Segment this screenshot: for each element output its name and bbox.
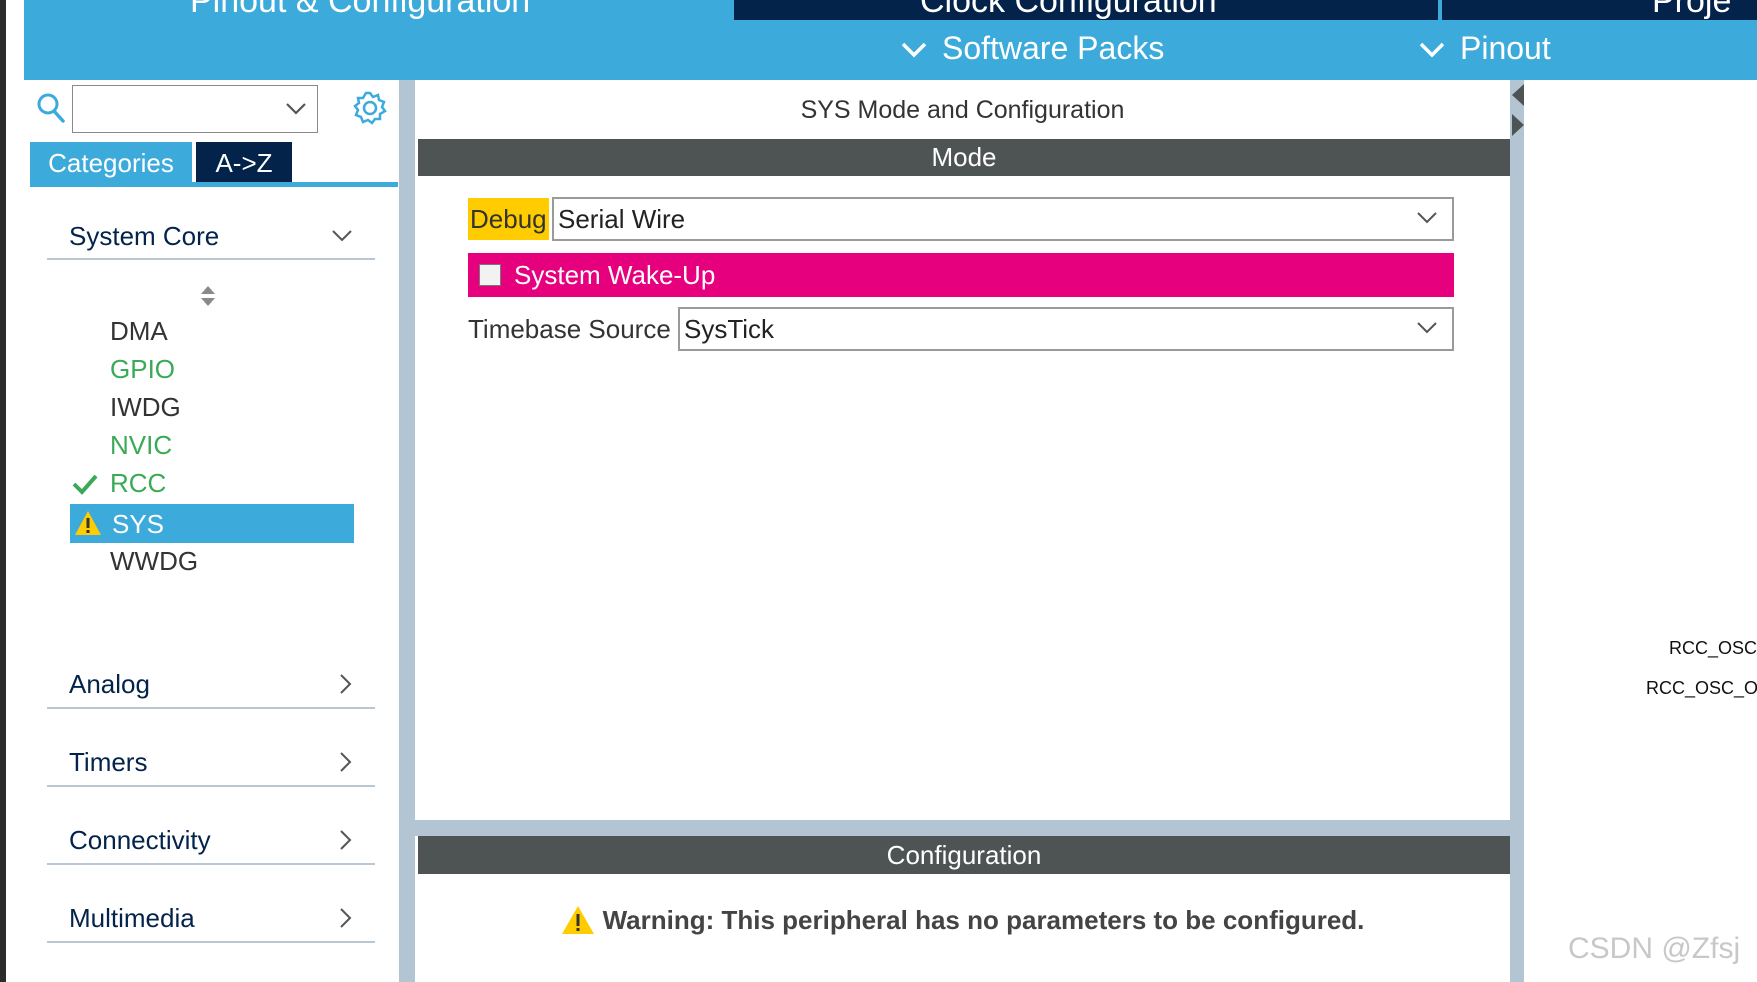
item-label: WWDG [110, 545, 199, 576]
timebase-select[interactable]: SysTick [678, 307, 1454, 351]
watermark: CSDN @Zfsj [1568, 932, 1741, 965]
chevron-down-icon [332, 230, 352, 242]
pinout-menu[interactable]: Pinout [1418, 30, 1551, 67]
pin-label[interactable]: RCC_OSC [1669, 638, 1757, 659]
chevron-right-icon [340, 752, 352, 772]
software-packs-menu[interactable]: Software Packs [900, 30, 1164, 67]
section-splitter[interactable] [415, 820, 1510, 836]
chevron-down-icon [901, 42, 927, 57]
group-timers-label: Timers [69, 746, 148, 777]
debug-label: Debug [468, 198, 549, 240]
tabs-underline [30, 182, 398, 187]
search-input[interactable] [72, 85, 318, 133]
item-label: GPIO [110, 353, 176, 384]
system-wakeup-row[interactable]: System Wake-Up [468, 253, 1454, 297]
pin-label[interactable]: RCC_OSC_O [1646, 678, 1757, 699]
divider [47, 258, 375, 260]
list-item-wwdg[interactable]: WWDG [110, 543, 198, 579]
system-wakeup-label: System Wake-Up [514, 259, 716, 290]
search-icon[interactable] [36, 92, 66, 124]
item-label: NVIC [110, 429, 173, 460]
divider [47, 707, 375, 709]
group-connectivity[interactable]: Connectivity [47, 822, 375, 858]
panel-splitter-left[interactable] [399, 80, 415, 982]
group-multimedia[interactable]: Multimedia [47, 900, 375, 936]
gear-icon[interactable] [352, 90, 388, 126]
warning-icon [561, 906, 594, 934]
warning-text: Warning: This peripheral has no paramete… [602, 904, 1365, 935]
group-multimedia-label: Multimedia [69, 902, 195, 933]
divider [47, 941, 375, 943]
chevron-down-icon [1419, 42, 1445, 57]
check-icon [72, 474, 98, 495]
group-timers[interactable]: Timers [47, 744, 375, 780]
timebase-label: Timebase Source [468, 313, 671, 344]
group-analog-label: Analog [69, 668, 150, 699]
group-analog[interactable]: Analog [47, 666, 375, 702]
chevron-right-icon [340, 674, 352, 694]
system-wakeup-checkbox[interactable] [479, 264, 501, 286]
tab-pinout-configuration[interactable]: Pinout & Configuration [190, 0, 530, 21]
list-item-nvic[interactable]: NVIC [110, 427, 172, 463]
configuration-header: Configuration [418, 836, 1510, 874]
warning-message: Warning: This peripheral has no paramete… [415, 898, 1510, 942]
divider [47, 785, 375, 787]
chevron-down-icon [1417, 322, 1437, 334]
mode-header: Mode [418, 139, 1510, 176]
tab-categories[interactable]: Categories [30, 142, 192, 184]
tab-project[interactable]: Proje [1652, 0, 1731, 21]
chip-view-panel [1524, 80, 1757, 982]
list-item-rcc[interactable]: RCC [110, 465, 166, 501]
page-title: SYS Mode and Configuration [800, 95, 1125, 124]
window-edge [0, 0, 24, 982]
software-packs-label: Software Packs [942, 30, 1165, 66]
warning-icon [75, 511, 101, 535]
tab-a-z[interactable]: A->Z [196, 142, 292, 184]
group-connectivity-label: Connectivity [69, 824, 211, 855]
item-label: DMA [110, 315, 168, 346]
chevron-down-icon[interactable] [285, 102, 307, 116]
pinout-label: Pinout [1460, 30, 1551, 66]
collapse-arrows-icon[interactable] [1512, 84, 1524, 140]
divider [47, 863, 375, 865]
group-system-core-label: System Core [69, 220, 220, 251]
chevron-right-icon [340, 830, 352, 850]
list-item-dma[interactable]: DMA [110, 313, 168, 349]
timebase-select-value: SysTick [684, 313, 775, 344]
debug-select[interactable]: Serial Wire [552, 197, 1454, 241]
panel-splitter-right[interactable] [1510, 80, 1524, 982]
list-item-sys[interactable]: SYS [112, 506, 164, 542]
item-label: SYS [112, 508, 165, 539]
chevron-down-icon [1417, 212, 1437, 224]
list-item-iwdg[interactable]: IWDG [110, 389, 181, 425]
group-system-core[interactable]: System Core [47, 218, 375, 254]
item-label: IWDG [110, 391, 181, 422]
sort-icon[interactable] [200, 285, 216, 307]
debug-select-value: Serial Wire [558, 203, 686, 234]
item-label: RCC [110, 467, 167, 498]
list-item-gpio[interactable]: GPIO [110, 351, 175, 387]
tab-clock-configuration[interactable]: Clock Configuration [920, 0, 1217, 21]
chevron-right-icon [340, 908, 352, 928]
